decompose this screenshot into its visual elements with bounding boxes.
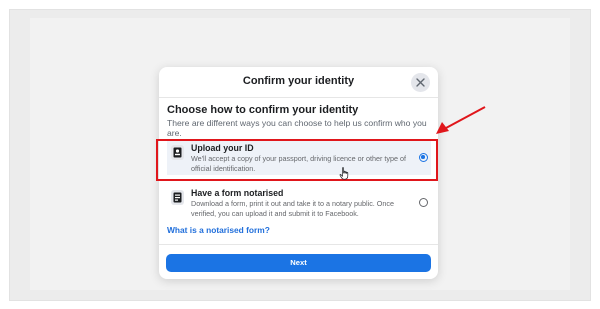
option-description: We'll accept a copy of your passport, dr… xyxy=(191,154,406,173)
id-card-icon xyxy=(171,145,184,160)
option-title: Have a form notarised xyxy=(191,188,284,198)
close-button[interactable] xyxy=(411,73,430,92)
option-description: Download a form, print it out and take i… xyxy=(191,199,394,218)
option-upload-id[interactable]: Upload your ID We'll accept a copy of yo… xyxy=(167,139,431,175)
section-heading: Choose how to confirm your identity xyxy=(167,104,359,116)
dialog-header: Confirm your identity xyxy=(159,67,438,98)
radio-notarised-form[interactable] xyxy=(419,198,428,207)
confirm-identity-dialog: Confirm your identity Choose how to conf… xyxy=(159,67,438,279)
footer-divider xyxy=(159,244,438,245)
option-title: Upload your ID xyxy=(191,143,254,153)
close-icon xyxy=(416,78,425,87)
radio-upload-id[interactable] xyxy=(419,153,428,162)
document-icon xyxy=(171,190,184,205)
section-description: There are different ways you can choose … xyxy=(167,118,427,136)
notarised-form-help-link[interactable]: What is a notarised form? xyxy=(167,225,270,235)
dialog-title: Confirm your identity xyxy=(242,75,355,87)
next-button[interactable]: Next xyxy=(166,254,431,272)
option-notarised-form[interactable]: Have a form notarised Download a form, p… xyxy=(167,184,431,220)
